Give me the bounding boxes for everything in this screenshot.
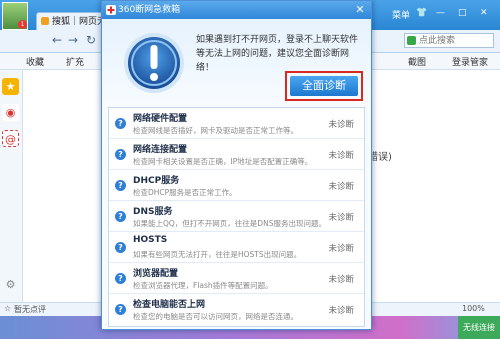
help-icon: ?	[115, 242, 126, 253]
avatar-notification-badge: 1	[18, 20, 27, 29]
help-icon: ?	[115, 211, 126, 222]
exclamation-shield-icon	[124, 33, 184, 93]
skin-icon[interactable]: 👕	[416, 8, 427, 18]
favorites-button[interactable]: 收藏	[26, 55, 44, 68]
item-title: HOSTS	[133, 235, 168, 245]
help-icon: ?	[115, 149, 126, 160]
item-description: 检查浏览器代理，Flash插件等配置问题。	[133, 281, 273, 290]
weibo-icon[interactable]: ◉	[2, 104, 19, 121]
rating-icon: ☆	[4, 304, 12, 313]
diagnosis-item-list: ? 网络硬件配置 检查网线是否插好，网卡及驱动是否正常工作等。 未诊断 ? 网络…	[108, 107, 365, 327]
item-status: 未诊断	[328, 151, 354, 161]
hero-message: 如果遇到打不开网页，登录不上聊天软件等无法上网的问题，建议您全面诊断网络！	[196, 35, 359, 73]
dialog-hero: 如果遇到打不开网页，登录不上聊天软件等无法上网的问题，建议您全面诊断网络！ 全面…	[102, 19, 371, 105]
help-icon: ?	[115, 273, 126, 284]
help-icon: ?	[115, 180, 126, 191]
search-placeholder: 点此搜索	[419, 36, 456, 46]
dialog-close-icon[interactable]: ✕	[353, 3, 367, 17]
help-icon: ?	[115, 304, 126, 315]
forward-arrow-icon[interactable]: →	[68, 33, 78, 47]
settings-gear-icon[interactable]: ⚙	[2, 276, 19, 293]
network-first-aid-dialog: 360断网急救箱 ✕ 如果遇到打不开网页，登录不上聊天软件等无法上网的问题，建议…	[101, 0, 372, 330]
list-item[interactable]: ? 网络硬件配置 检查网线是否插好，网卡及驱动是否正常工作等。 未诊断	[109, 108, 364, 139]
refresh-icon[interactable]: ↻	[86, 33, 96, 47]
network-tray-item[interactable]: 无线连接	[458, 316, 500, 339]
list-item[interactable]: ? DHCP服务 检查DHCP服务是否正常工作。 未诊断	[109, 170, 364, 201]
item-description: 检查您的电脑是否可以访问网页，网络是否连通。	[133, 312, 298, 321]
dialog-title: 360断网急救箱	[118, 5, 181, 15]
highlight-box: 全面诊断	[285, 71, 363, 101]
zoom-level[interactable]: 100%	[462, 304, 485, 313]
list-item[interactable]: ? HOSTS 如果有些网页无法打开，往往是HOSTS出现问题。 未诊断	[109, 232, 364, 263]
screenshot-button[interactable]: 截图	[408, 55, 426, 68]
list-item[interactable]: ? 检查电脑能否上网 检查您的电脑是否可以访问网页，网络是否连通。 未诊断	[109, 294, 364, 325]
item-title: 网络硬件配置	[133, 114, 188, 124]
item-status: 未诊断	[328, 275, 354, 285]
item-description: 如果能上QQ，但打不开网页，往往是DNS服务出现问题。	[133, 219, 326, 228]
item-description: 检查网卡相关设置是否正确，IP地址是否配置正确等。	[133, 157, 313, 166]
list-item[interactable]: ? DNS服务 如果能上QQ，但打不开网页，往往是DNS服务出现问题。 未诊断	[109, 201, 364, 232]
item-status: 未诊断	[328, 213, 354, 223]
list-item[interactable]: ? 网络连接配置 检查网卡相关设置是否正确，IP地址是否配置正确等。 未诊断	[109, 139, 364, 170]
search-engine-icon	[407, 36, 416, 45]
item-status: 未诊断	[328, 182, 354, 192]
item-description: 检查DHCP服务是否正常工作。	[133, 188, 237, 197]
browser-sidebar: ★ ◉ @ ⚙	[0, 70, 23, 302]
tab-favicon-icon	[41, 17, 49, 25]
extension-button[interactable]: 扩充	[66, 55, 84, 68]
list-item[interactable]: ? 浏览器配置 检查浏览器代理，Flash插件等配置问题。 未诊断	[109, 263, 364, 294]
window-close-icon[interactable]: ✕	[480, 8, 488, 18]
red-cross-icon	[106, 5, 116, 15]
email-icon[interactable]: @	[2, 130, 19, 147]
item-description: 如果有些网页无法打开，往往是HOSTS出现问题。	[133, 250, 302, 259]
search-input[interactable]: 点此搜索	[404, 33, 494, 48]
item-description: 检查网线是否插好，网卡及驱动是否正常工作等。	[133, 126, 298, 135]
item-title: DNS服务	[133, 207, 173, 217]
minimize-icon[interactable]: —	[436, 8, 445, 18]
item-status: 未诊断	[328, 306, 354, 316]
item-title: 网络连接配置	[133, 145, 188, 155]
item-title: 检查电脑能否上网	[133, 300, 206, 310]
item-title: 浏览器配置	[133, 269, 179, 279]
login-manager-button[interactable]: 登录管家	[452, 55, 488, 68]
dialog-title-bar[interactable]: 360断网急救箱 ✕	[102, 1, 371, 19]
menu-label[interactable]: 菜单	[392, 8, 410, 21]
status-left-text: 暂无点评	[14, 305, 46, 314]
star-icon[interactable]: ★	[2, 78, 19, 95]
full-diagnosis-button[interactable]: 全面诊断	[290, 76, 358, 96]
item-status: 未诊断	[328, 244, 354, 254]
back-arrow-icon[interactable]: ←	[52, 33, 62, 47]
item-title: DHCP服务	[133, 176, 180, 186]
help-icon: ?	[115, 118, 126, 129]
item-status: 未诊断	[328, 120, 354, 130]
maximize-icon[interactable]: □	[458, 8, 467, 18]
